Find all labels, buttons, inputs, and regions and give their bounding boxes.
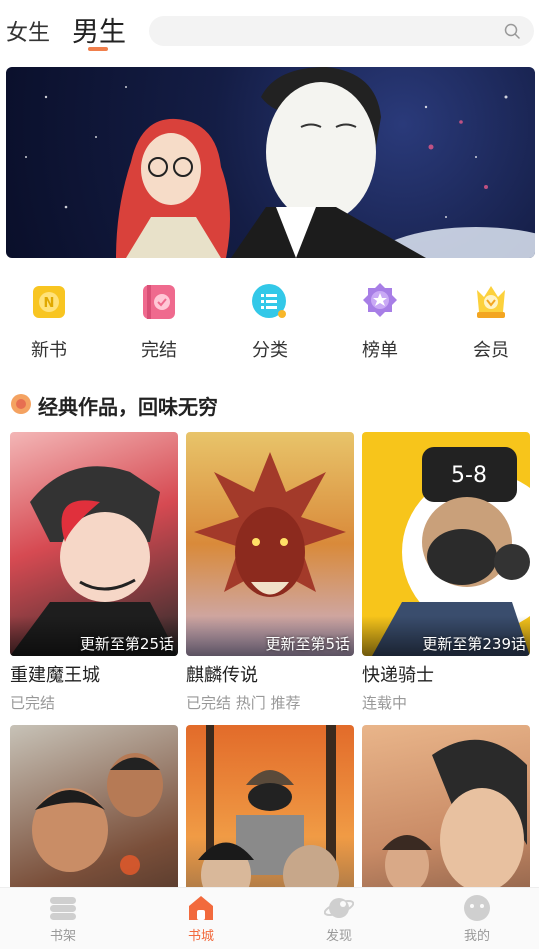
category-vip[interactable]: 会员 (451, 280, 531, 362)
nav-label: 书架 (49, 929, 76, 944)
comic-cover[interactable]: 更新至第5话 (186, 432, 354, 656)
search-input[interactable] (149, 16, 534, 46)
banner-artwork (25, 67, 535, 258)
category-new-books[interactable]: N 新书 (9, 280, 89, 362)
comic-status: 连载中 (362, 694, 408, 712)
vip-crown-icon (477, 286, 505, 318)
category-label: 完结 (141, 340, 177, 361)
top-header: 女生 男生 (0, 0, 539, 60)
discover-planet-icon (324, 898, 354, 918)
new-book-icon: N (33, 286, 65, 318)
nav-discover[interactable]: 发现 (299, 894, 379, 944)
comic-card[interactable]: 更新至第5话 麒麟传说 已完结 热门 推荐 (186, 432, 354, 713)
update-badge: 更新至第5话 (265, 635, 350, 653)
svg-text:5-8: 5-8 (451, 463, 487, 488)
nav-label: 发现 (325, 929, 352, 944)
search-icon[interactable] (504, 23, 520, 39)
profile-face-icon (464, 895, 490, 921)
category-label: 新书 (31, 340, 67, 361)
promo-banner[interactable] (6, 67, 535, 258)
category-list-icon (252, 284, 286, 318)
ranking-badge-icon (363, 283, 397, 317)
bookshelf-icon (50, 897, 76, 920)
category-completed[interactable]: 完结 (119, 280, 199, 362)
update-badge: 更新至第25话 (79, 635, 174, 653)
home-icon (189, 896, 213, 920)
category-ranking[interactable]: 榜单 (340, 280, 420, 362)
section-bullet-icon (11, 394, 31, 414)
svg-text:N: N (44, 296, 55, 311)
nav-bookshelf[interactable]: 书架 (23, 894, 103, 944)
comic-card[interactable]: 5-8 更新至第239话 快递骑士 连载中 (362, 432, 530, 713)
bottom-navigation: 书架 书城 发现 我的 (0, 887, 539, 949)
category-label: 会员 (473, 340, 509, 361)
comic-card[interactable]: 更新至第25话 重建魔王城 已完结 (10, 432, 178, 713)
tab-female[interactable]: 女生 (6, 15, 50, 47)
section-title: 经典作品，回味无穷 (38, 395, 218, 419)
category-label: 分类 (252, 340, 288, 361)
comic-status: 已完结 (10, 694, 56, 712)
nav-label: 我的 (463, 929, 490, 944)
comic-title[interactable]: 重建魔王城 (10, 661, 178, 687)
tab-male[interactable]: 男生 (72, 10, 126, 49)
completed-icon (143, 285, 175, 319)
comic-cover[interactable]: 5-8 更新至第239话 (362, 432, 530, 656)
comic-title[interactable]: 麒麟传说 (186, 661, 354, 687)
comic-title[interactable]: 快递骑士 (362, 661, 530, 687)
category-label: 榜单 (362, 340, 398, 361)
comic-cover[interactable]: 更新至第25话 (10, 432, 178, 656)
nav-profile[interactable]: 我的 (437, 894, 517, 944)
nav-label: 书城 (187, 929, 214, 944)
active-tab-indicator (88, 47, 108, 51)
comic-status: 已完结 热门 推荐 (186, 694, 301, 712)
update-badge: 更新至第239话 (422, 635, 526, 653)
category-classify[interactable]: 分类 (230, 280, 310, 362)
nav-bookstore[interactable]: 书城 (161, 894, 241, 944)
